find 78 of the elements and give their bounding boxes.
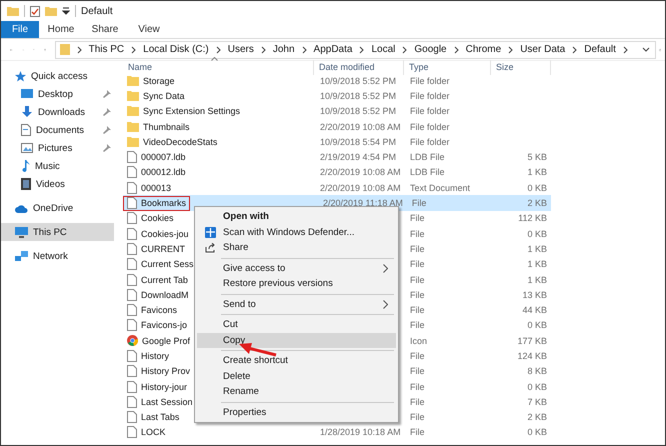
size-text: 5 KB (527, 152, 547, 162)
type-text: File (410, 412, 425, 422)
type-text: File (410, 274, 425, 284)
type-text: Text Document (410, 182, 470, 193)
size-text: 0 KB (527, 382, 547, 392)
file-name: LOCK (141, 427, 166, 438)
size-text: 1 KB (527, 167, 547, 178)
size-text: 2 KB (527, 412, 547, 422)
file-name: Current Tab (141, 274, 188, 284)
file-name: Cookies-jou (141, 228, 189, 239)
date-text: 2/19/2019 4:54 PM (320, 152, 396, 162)
size-text: 0 KB (527, 427, 547, 438)
window-title: Default (81, 6, 113, 16)
size-text: 112 KB (518, 213, 547, 224)
type-text: File (410, 396, 425, 407)
size-text: 1 KB (527, 244, 547, 254)
file-name: Bookmarks (141, 198, 186, 208)
date-text: 2/20/2019 11:18 AM (323, 198, 403, 208)
type-text: LDB File (410, 167, 445, 178)
type-text: File (410, 320, 425, 330)
file-name: Favicons (141, 305, 178, 316)
type-text: File (410, 366, 425, 376)
file-name: 000007.ldb (141, 152, 186, 162)
file-name: Current Sess (141, 259, 194, 270)
file-name: 000013 (141, 182, 172, 193)
file-name: Storage (143, 76, 175, 86)
type-text: File folder (410, 90, 450, 101)
size-text: 8 KB (527, 366, 547, 376)
size-text: 2 KB (527, 198, 547, 208)
date-text: 2/20/2019 10:08 AM (320, 167, 401, 178)
file-name: 000012.ldb (141, 167, 186, 178)
size-text: 1 KB (527, 274, 547, 284)
date-text: 2/20/2019 10:08 AM (320, 122, 401, 132)
size-text: 1 KB (527, 259, 547, 270)
file-name: Google Prof (142, 336, 190, 346)
date-text: 10/9/2018 5:54 PM (320, 136, 396, 147)
type-text: File (410, 244, 425, 254)
type-text: File (410, 350, 425, 361)
date-text: 2/20/2019 10:08 AM (320, 182, 401, 193)
file-name: History (141, 350, 170, 361)
file-name: DownloadM (141, 290, 189, 300)
type-text: File (410, 290, 425, 300)
size-text: 0 KB (527, 228, 547, 239)
type-text: File folder (410, 106, 450, 116)
file-name: VideoDecodeStats (143, 136, 218, 147)
size-text: 177 KB (517, 336, 547, 346)
size-text: 13 KB (522, 290, 547, 300)
file-name: History-jour (141, 382, 188, 392)
size-text: 44 KB (522, 305, 547, 316)
file-name: CURRENT (141, 244, 185, 254)
file-name: Thumbnails (143, 122, 190, 132)
date-text: 10/9/2018 5:52 PM (320, 90, 396, 101)
file-name: Sync Data (143, 90, 185, 101)
size-text: 0 KB (527, 320, 547, 330)
size-text: 0 KB (527, 182, 547, 193)
file-name: Cookies (141, 213, 174, 224)
type-text: File (410, 259, 425, 270)
type-text: Icon (410, 336, 428, 346)
type-text: File (410, 228, 425, 239)
file-name: Sync Extension Settings (143, 106, 240, 116)
file-name: Favicons-jo (141, 320, 188, 330)
type-text: File folder (410, 76, 450, 86)
date-text: 10/9/2018 5:52 PM (320, 106, 396, 116)
size-text: 124 KB (517, 350, 547, 361)
type-text: File (412, 198, 426, 208)
file-name: Last Tabs (141, 412, 180, 422)
type-text: File folder (410, 122, 450, 132)
type-text: File (410, 213, 425, 224)
type-text: LDB File (410, 152, 445, 162)
file-name: History Prov (141, 366, 190, 376)
type-text: File (410, 382, 425, 392)
size-text: 7 KB (527, 396, 547, 407)
type-text: File folder (410, 136, 450, 147)
date-text: 10/9/2018 5:52 PM (320, 76, 396, 86)
type-text: File (410, 305, 425, 316)
type-text: File (410, 427, 425, 438)
file-name: Last Session (141, 396, 193, 407)
date-text: 1/28/2019 10:18 AM (320, 427, 401, 438)
